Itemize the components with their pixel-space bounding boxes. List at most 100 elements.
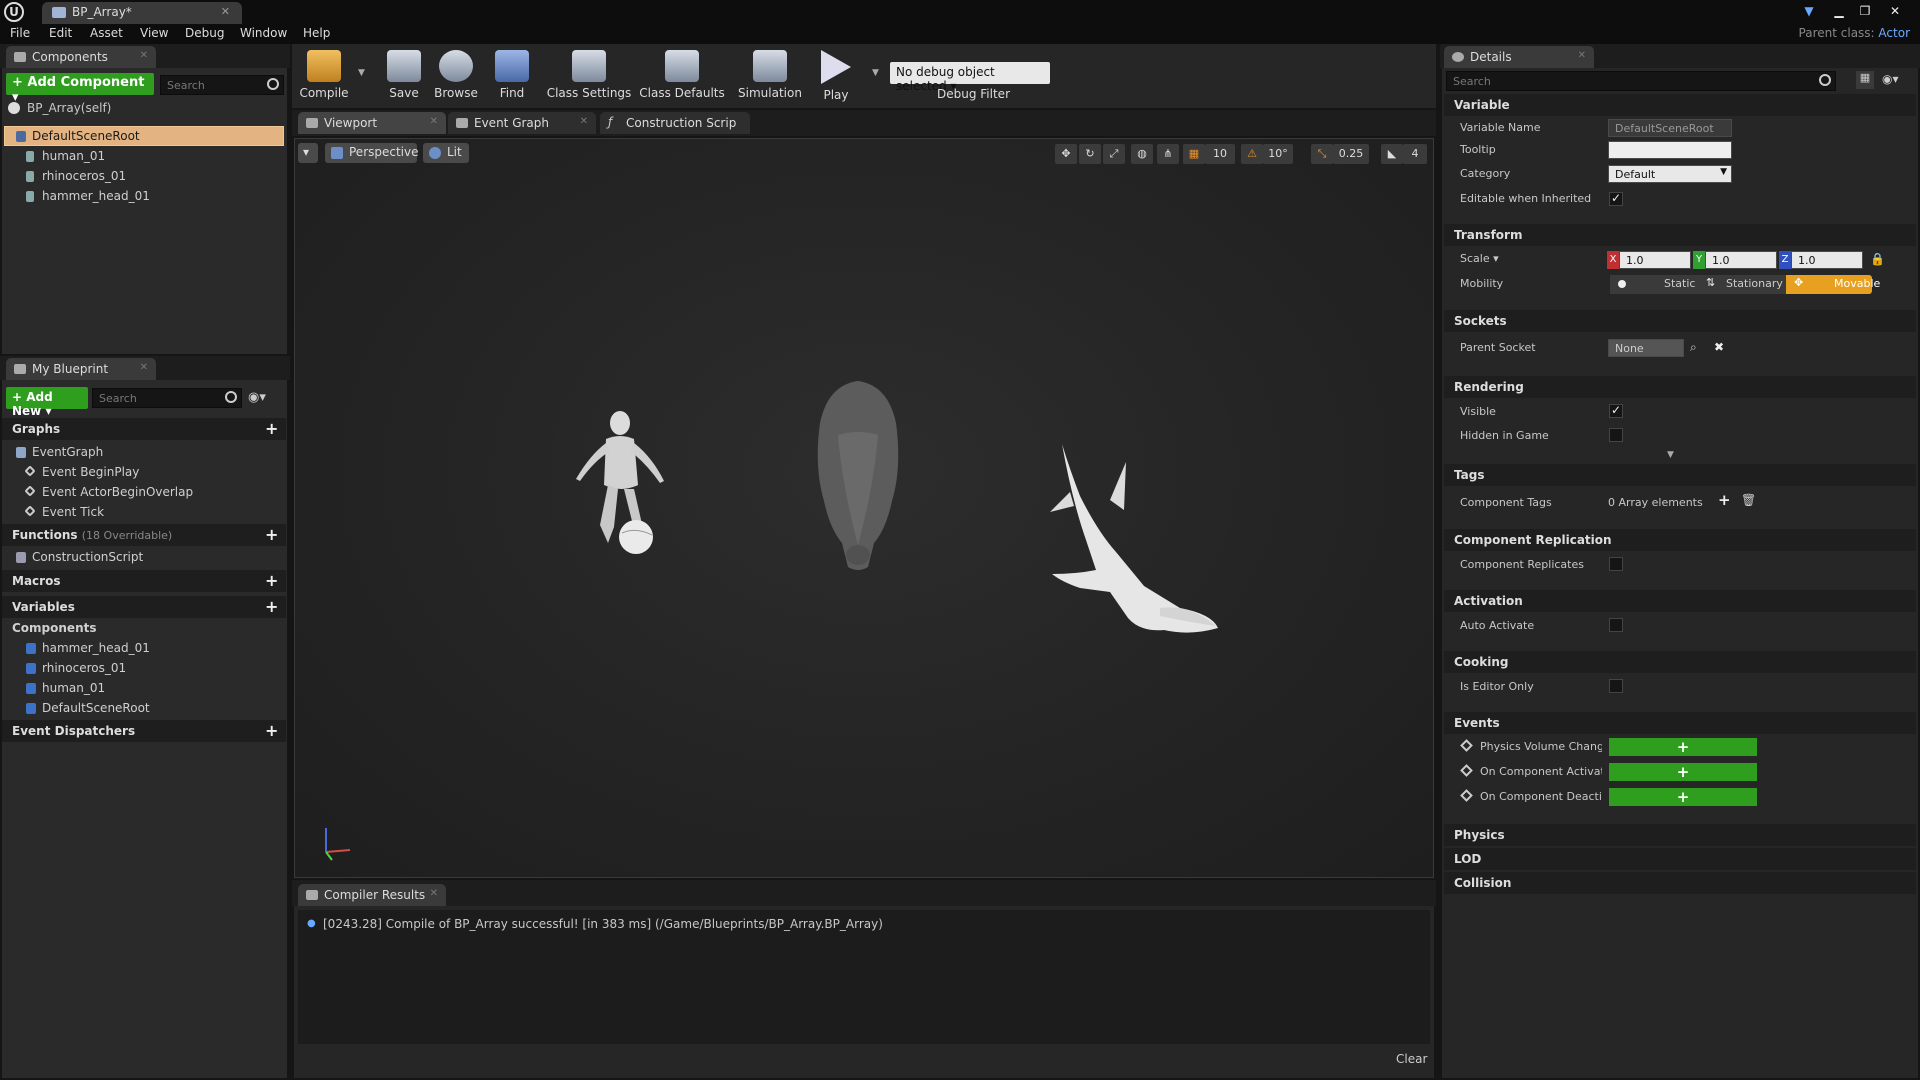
- activation-section[interactable]: Activation: [1444, 590, 1916, 612]
- tab-construction-script[interactable]: ƒ Construction Scrip: [600, 112, 750, 134]
- compiler-message[interactable]: [0243.28] Compile of BP_Array successful…: [323, 917, 883, 931]
- var-hammer-head[interactable]: hammer_head_01: [26, 638, 150, 658]
- lit-button[interactable]: Lit: [423, 143, 469, 163]
- scale-tool-icon[interactable]: ⤢: [1103, 144, 1125, 164]
- tab-components[interactable]: Components ✕: [6, 46, 156, 68]
- self-label[interactable]: BP_Array(self): [27, 101, 111, 115]
- tab-event-graph[interactable]: Event Graph ✕: [448, 112, 596, 134]
- physics-section[interactable]: Physics: [1444, 824, 1916, 846]
- browse-socket-icon[interactable]: ⌕: [1690, 340, 1697, 355]
- rhinoceros-model[interactable]: [808, 375, 908, 575]
- tree-item-rhinoceros[interactable]: rhinoceros_01: [26, 166, 126, 186]
- trash-icon[interactable]: 🗑: [1741, 493, 1756, 507]
- world-local-icon[interactable]: ◍: [1131, 144, 1153, 164]
- editable-inherited-checkbox[interactable]: [1609, 191, 1623, 206]
- event-dispatchers-section[interactable]: Event Dispatchers: [2, 720, 286, 742]
- add-tag-button[interactable]: +: [1718, 491, 1731, 509]
- construction-script-item[interactable]: ConstructionScript: [16, 547, 143, 567]
- simulation-button[interactable]: Simulation: [734, 48, 806, 108]
- var-rhinoceros[interactable]: rhinoceros_01: [26, 658, 126, 678]
- browse-button[interactable]: Browse: [424, 48, 488, 108]
- lod-section[interactable]: LOD: [1444, 848, 1916, 870]
- viewport-options-button[interactable]: ▾: [298, 143, 318, 163]
- scale-x-field[interactable]: 1.0: [1619, 251, 1691, 269]
- tree-item-hammer-head[interactable]: hammer_head_01: [26, 186, 150, 206]
- minimize-icon[interactable]: ▁: [1830, 3, 1848, 19]
- perspective-button[interactable]: Perspective: [325, 143, 419, 163]
- scale-label[interactable]: Scale ▾: [1460, 252, 1499, 265]
- var-human[interactable]: human_01: [26, 678, 105, 698]
- play-button[interactable]: Play: [806, 48, 866, 108]
- details-search-input[interactable]: Search: [1446, 71, 1836, 91]
- hammerhead-shark-model[interactable]: [1040, 440, 1230, 645]
- events-section[interactable]: Events: [1444, 712, 1916, 734]
- add-graph-button[interactable]: +: [265, 419, 278, 438]
- auto-activate-checkbox[interactable]: [1609, 618, 1623, 632]
- tags-section[interactable]: Tags: [1444, 464, 1916, 486]
- scale-snap-icon[interactable]: ⤡: [1311, 144, 1333, 164]
- parent-class-value[interactable]: Actor: [1878, 26, 1910, 40]
- add-component-activated-event-button[interactable]: +: [1609, 763, 1757, 781]
- compile-options-icon[interactable]: ▼: [358, 68, 365, 78]
- menu-window[interactable]: Window: [240, 26, 287, 40]
- compile-button[interactable]: Compile: [292, 48, 356, 108]
- clear-socket-icon[interactable]: ✖: [1714, 340, 1724, 354]
- tab-viewport[interactable]: Viewport ✕: [298, 112, 446, 134]
- mobility-static-button[interactable]: Static: [1610, 275, 1700, 294]
- sockets-section[interactable]: Sockets: [1444, 310, 1916, 332]
- human-model[interactable]: [560, 405, 680, 560]
- menu-file[interactable]: File: [10, 26, 30, 40]
- class-defaults-button[interactable]: Class Defaults: [636, 48, 728, 108]
- close-tab-icon[interactable]: ✕: [580, 116, 588, 127]
- menu-asset[interactable]: Asset: [90, 26, 123, 40]
- add-dispatcher-button[interactable]: +: [265, 721, 278, 740]
- lock-icon[interactable]: 🔒: [1870, 252, 1885, 266]
- replication-section[interactable]: Component Replication: [1444, 529, 1916, 551]
- rotate-tool-icon[interactable]: ↻: [1079, 144, 1101, 164]
- editor-only-checkbox[interactable]: [1609, 679, 1623, 693]
- debug-object-dropdown[interactable]: No debug object selected ▾: [890, 62, 1050, 93]
- tree-item-human[interactable]: human_01: [26, 146, 105, 166]
- close-tab-icon[interactable]: ✕: [430, 888, 438, 899]
- add-variable-button[interactable]: +: [265, 597, 278, 616]
- add-new-button[interactable]: + Add New ▾: [6, 387, 88, 418]
- component-replicates-checkbox[interactable]: [1609, 557, 1623, 571]
- play-options-icon[interactable]: ▼: [872, 68, 879, 78]
- parent-socket-field[interactable]: None: [1608, 339, 1684, 357]
- mobility-stationary-button[interactable]: ⇅ Stationary: [1700, 275, 1786, 294]
- notifications-icon[interactable]: ▼: [1800, 3, 1818, 19]
- components-search-input[interactable]: Search: [160, 75, 284, 95]
- find-button[interactable]: Find: [480, 48, 544, 108]
- clear-button[interactable]: Clear: [1396, 1052, 1427, 1066]
- rendering-section[interactable]: Rendering: [1444, 376, 1916, 398]
- document-tab[interactable]: BP_Array* ✕: [42, 2, 242, 24]
- tooltip-field[interactable]: [1608, 141, 1732, 159]
- functions-section[interactable]: Functions (18 Overridable): [2, 524, 286, 546]
- class-settings-button[interactable]: Class Settings: [544, 48, 634, 108]
- event-beginplay-item[interactable]: Event BeginPlay: [24, 462, 139, 482]
- menu-help[interactable]: Help: [303, 26, 330, 40]
- rotation-snap-value[interactable]: 10°: [1263, 144, 1293, 164]
- variable-name-field[interactable]: DefaultSceneRoot: [1608, 119, 1732, 137]
- event-tick-item[interactable]: Event Tick: [24, 502, 104, 522]
- visible-checkbox[interactable]: [1609, 403, 1623, 418]
- unreal-logo-icon[interactable]: U: [4, 2, 24, 22]
- menu-view[interactable]: View: [140, 26, 168, 40]
- add-function-button[interactable]: +: [265, 525, 278, 544]
- camera-speed-icon[interactable]: ◣: [1381, 144, 1403, 164]
- close-window-icon[interactable]: ✕: [1886, 3, 1904, 19]
- tree-item-defaultsceneroot[interactable]: DefaultSceneRoot: [16, 126, 140, 146]
- close-tab-icon[interactable]: ✕: [430, 116, 438, 127]
- add-physics-volume-event-button[interactable]: +: [1609, 738, 1757, 756]
- visibility-eye-icon[interactable]: ◉▾: [1882, 72, 1899, 86]
- macros-section[interactable]: Macros: [2, 570, 286, 592]
- grid-snap-icon[interactable]: ▦: [1183, 144, 1205, 164]
- components-category[interactable]: Components: [12, 618, 97, 638]
- tab-details[interactable]: Details ✕: [1444, 46, 1594, 68]
- expand-advanced-icon[interactable]: ▼: [1667, 450, 1674, 460]
- maximize-icon[interactable]: ❐: [1856, 3, 1874, 19]
- translate-tool-icon[interactable]: ✥: [1055, 144, 1077, 164]
- rotation-snap-icon[interactable]: ⚠: [1241, 144, 1263, 164]
- grid-snap-value[interactable]: 10: [1205, 144, 1235, 164]
- var-defaultsceneroot[interactable]: DefaultSceneRoot: [26, 698, 150, 718]
